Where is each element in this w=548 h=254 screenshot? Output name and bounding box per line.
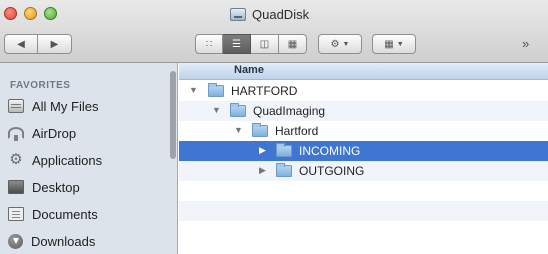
documents-icon [8,207,24,221]
sidebar-item-all-my-files[interactable]: All My Files [8,95,98,117]
coverflow-view-button[interactable]: ▦ [279,34,307,54]
list-icon: ☰ [232,38,241,50]
disclosure-triangle-collapsed-icon[interactable]: ▶ [259,165,266,176]
list-view-button[interactable]: ☰ [223,34,251,54]
list-row-hartford[interactable]: ▼ Hartford [179,121,548,141]
disclosure-triangle-expanded-icon[interactable]: ▼ [212,105,221,115]
toolbar-overflow-button[interactable]: » [522,36,529,51]
empty-row [179,181,548,201]
empty-row [179,201,548,221]
row-label: INCOMING [299,144,361,158]
column-header-name[interactable]: Name [179,63,548,80]
empty-row [179,221,548,241]
row-label: HARTFORD [231,84,298,98]
column-header-label: Name [234,64,264,76]
forward-button[interactable]: ▶ [38,34,72,54]
sidebar-item-label: Applications [32,152,103,168]
minimize-window-button[interactable] [24,7,37,20]
dropdown-arrow-icon: ▼ [342,40,350,48]
chevron-left-icon: ◀ [17,38,25,50]
sidebar-item-applications[interactable]: ⚙ Applications [8,149,102,171]
chevron-right-icon: ▶ [50,38,59,50]
disk-icon [230,7,246,21]
downloads-icon [8,233,23,249]
folder-icon [276,143,292,157]
sidebar-item-desktop[interactable]: Desktop [8,176,80,198]
row-label: Hartford [275,124,319,138]
all-my-files-icon [8,99,24,113]
sidebar-item-documents[interactable]: Documents [8,203,98,225]
sidebar-item-downloads[interactable]: Downloads [8,230,95,252]
file-list: Name ▼ HARTFORD ▼ QuadImaging ▼ Hartford… [179,63,548,254]
folder-icon [208,83,224,97]
icon-view-button[interactable]: ∷ [195,34,223,54]
gear-icon: ⚙ [330,38,340,50]
airdrop-icon [8,127,24,141]
list-row-incoming[interactable]: ▶ INCOMING [179,141,548,161]
dropdown-arrow-icon: ▼ [396,40,404,48]
row-label: OUTGOING [299,164,365,178]
finder-window: QuadDisk ◀ ▶ ∷ ☰ ◫ ▦ ⚙ ▼ ▦ ▼ » FAVORITES… [0,0,548,254]
columns-icon: ◫ [259,38,270,50]
view-mode-control: ∷ ☰ ◫ ▦ [195,34,307,54]
window-title: QuadDisk [230,4,309,24]
window-title-text: QuadDisk [252,6,310,22]
list-row-quadimaging[interactable]: ▼ QuadImaging [179,101,548,121]
folder-icon [276,163,292,177]
back-forward-control: ◀ ▶ [4,34,72,54]
arrange-icon: ▦ [384,38,394,50]
sidebar-item-label: Downloads [31,233,96,249]
disclosure-triangle-expanded-icon[interactable]: ▼ [234,125,243,135]
toolbar: QuadDisk ◀ ▶ ∷ ☰ ◫ ▦ ⚙ ▼ ▦ ▼ » [0,0,548,63]
sidebar-item-label: All My Files [32,98,99,114]
coverflow-icon: ▦ [287,38,298,50]
arrange-menu-button[interactable]: ▦ ▼ [372,34,416,54]
zoom-window-button[interactable] [44,7,57,20]
disclosure-triangle-expanded-icon[interactable]: ▼ [189,85,198,95]
desktop-icon [8,180,24,194]
folder-icon [252,123,268,137]
column-view-button[interactable]: ◫ [251,34,279,54]
disclosure-triangle-collapsed-icon[interactable]: ▶ [259,145,266,156]
action-menu-button[interactable]: ⚙ ▼ [318,34,362,54]
double-chevron-right-icon: » [522,36,530,51]
sidebar-item-label: Desktop [32,179,80,195]
list-row-hartford-root[interactable]: ▼ HARTFORD [179,81,548,101]
sidebar-item-label: AirDrop [32,125,77,141]
back-button[interactable]: ◀ [4,34,38,54]
row-label: QuadImaging [253,104,326,118]
applications-icon: ⚙ [9,151,23,168]
sidebar-item-label: Documents [32,206,98,222]
close-window-button[interactable] [4,7,17,20]
grid-icon: ∷ [205,38,213,50]
sidebar-heading-favorites: FAVORITES [10,80,71,91]
folder-icon [230,103,246,117]
sidebar-scrollbar[interactable] [170,71,176,159]
sidebar-item-airdrop[interactable]: AirDrop [8,122,76,144]
list-row-outgoing[interactable]: ▶ OUTGOING [179,161,548,181]
sidebar: FAVORITES All My Files AirDrop ⚙ Applica… [0,63,178,254]
